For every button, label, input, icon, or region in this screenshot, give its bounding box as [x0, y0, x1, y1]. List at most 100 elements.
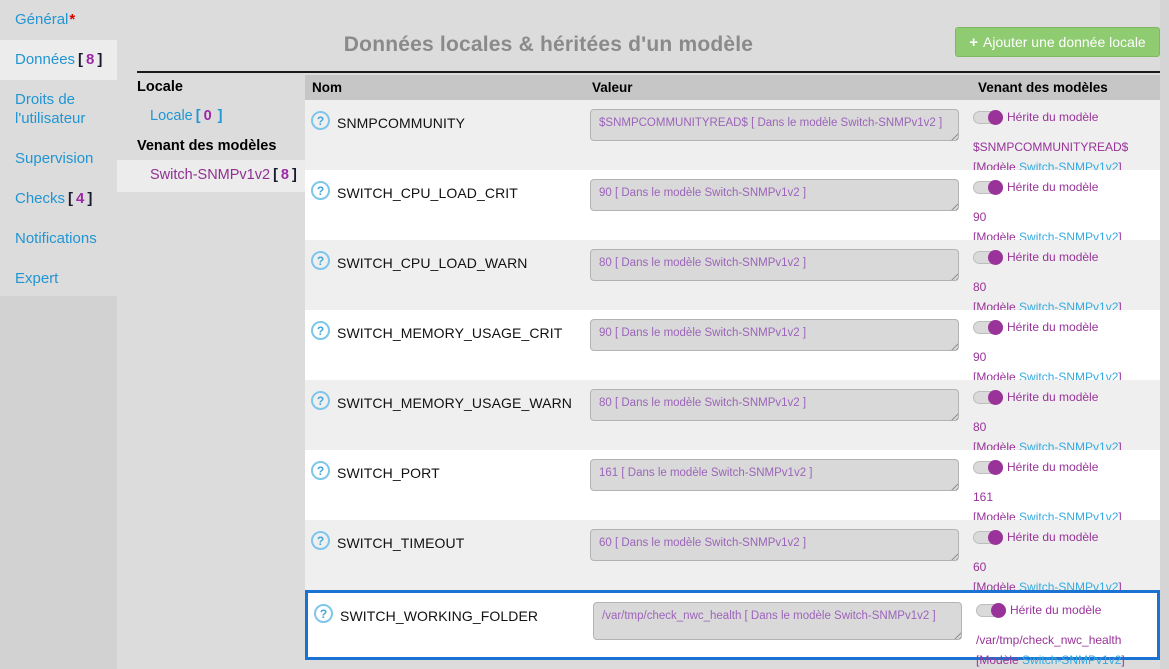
panel-item-locale[interactable]: Locale[0]	[117, 101, 305, 133]
panel-item-model[interactable]: Switch-SNMPv1v2[8]	[117, 160, 305, 192]
toggle-knob	[988, 180, 1003, 195]
value-input[interactable]: 80 [ Dans le modèle Switch-SNMPv1v2 ]	[590, 249, 959, 281]
badge-bracket: ]	[87, 190, 92, 207]
toggle-knob	[988, 390, 1003, 405]
badge-count: 4	[73, 190, 87, 207]
value-input[interactable]: /var/tmp/check_nwc_health [ Dans le modè…	[593, 602, 962, 640]
sidebar-item-droits-de-l-utilisateur[interactable]: Droits de l'utilisateur	[0, 80, 117, 139]
sidebar-item-donn-es[interactable]: Données[8]	[0, 40, 117, 80]
help-icon[interactable]: ?	[311, 111, 330, 130]
inherit-label: Hérite du modèle	[1007, 110, 1098, 124]
help-icon[interactable]: ?	[311, 461, 330, 480]
badge-count: 0	[201, 108, 215, 124]
toggle-knob	[988, 320, 1003, 335]
inherited-value: 80	[973, 280, 986, 294]
help-icon[interactable]: ?	[311, 531, 330, 550]
sidebar-item-label: Supervision	[15, 150, 93, 167]
inherit-toggle[interactable]	[973, 531, 1003, 544]
plus-icon: +	[969, 34, 978, 51]
inherit-toggle[interactable]	[973, 251, 1003, 264]
column-header-nom: Nom	[305, 75, 588, 100]
inherit-toggle[interactable]	[973, 461, 1003, 474]
sidebar-item-supervision[interactable]: Supervision	[0, 139, 117, 179]
inherit-label: Hérite du modèle	[1007, 460, 1098, 474]
value-input[interactable]: 161 [ Dans le modèle Switch-SNMPv1v2 ]	[590, 459, 959, 491]
table-row: ? SWITCH_CPU_LOAD_CRIT 90 [ Dans le modè…	[305, 170, 1160, 240]
table-row: ? SNMPCOMMUNITY $SNMPCOMMUNITYREAD$ [ Da…	[305, 100, 1160, 170]
scrollbar[interactable]	[1160, 0, 1169, 669]
data-name-label: SWITCH_CPU_LOAD_WARN	[337, 255, 528, 271]
badge-bracket: ]	[97, 51, 102, 68]
local-section-header: Locale	[117, 74, 305, 101]
inherit-toggle[interactable]	[973, 391, 1003, 404]
help-icon[interactable]: ?	[311, 181, 330, 200]
sidebar-item-expert[interactable]: Expert	[0, 259, 117, 299]
data-name-label: SWITCH_TIMEOUT	[337, 535, 464, 551]
table-body: ? SNMPCOMMUNITY $SNMPCOMMUNITYREAD$ [ Da…	[305, 100, 1160, 660]
model-prefix: [Modèle	[976, 653, 1022, 667]
inherit-toggle[interactable]	[973, 321, 1003, 334]
inherit-label: Hérite du modèle	[1010, 603, 1101, 617]
add-button-label: Ajouter une donnée locale	[983, 34, 1146, 50]
help-icon[interactable]: ?	[311, 391, 330, 410]
inherit-toggle[interactable]	[973, 111, 1003, 124]
table-row: ? SWITCH_MEMORY_USAGE_WARN 80 [ Dans le …	[305, 380, 1160, 450]
inherited-value: 90	[973, 210, 986, 224]
badge-count: 8	[83, 51, 97, 68]
sidebar-item-checks[interactable]: Checks[4]	[0, 179, 117, 219]
inherit-label: Hérite du modèle	[1007, 180, 1098, 194]
data-table: Nom Valeur Venant des modèles ? SNMPCOMM…	[305, 75, 1160, 660]
model-selector-panel: Locale Locale[0] Venant des modèles Swit…	[117, 74, 305, 192]
badge-bracket: [	[196, 108, 201, 124]
models-section-header: Venant des modèles	[117, 133, 305, 160]
inherit-label: Hérite du modèle	[1007, 250, 1098, 264]
value-input[interactable]: 60 [ Dans le modèle Switch-SNMPv1v2 ]	[590, 529, 959, 561]
inherit-toggle[interactable]	[976, 604, 1006, 617]
add-local-data-button[interactable]: + Ajouter une donnée locale	[955, 27, 1160, 57]
help-icon[interactable]: ?	[311, 251, 330, 270]
sidebar-item-label: Droits de l'utilisateur	[15, 91, 85, 127]
toggle-knob	[988, 530, 1003, 545]
help-icon[interactable]: ?	[311, 321, 330, 340]
inherited-value: /var/tmp/check_nwc_health	[976, 633, 1121, 647]
column-header-venant: Venant des modèles	[973, 75, 1160, 100]
sidebar-item-label: Checks	[15, 190, 65, 207]
inherit-toggle[interactable]	[973, 181, 1003, 194]
value-input[interactable]: $SNMPCOMMUNITYREAD$ [ Dans le modèle Swi…	[590, 109, 959, 141]
data-name-label: SNMPCOMMUNITY	[337, 115, 465, 131]
sidebar-filler	[0, 296, 117, 669]
table-row: ? SWITCH_MEMORY_USAGE_CRIT 90 [ Dans le …	[305, 310, 1160, 380]
inherited-value: $SNMPCOMMUNITYREAD$	[973, 140, 1128, 154]
sidebar-item-badge: [4]	[65, 190, 92, 207]
value-input[interactable]: 90 [ Dans le modèle Switch-SNMPv1v2 ]	[590, 319, 959, 351]
data-name-label: SWITCH_WORKING_FOLDER	[340, 608, 538, 624]
inherit-label: Hérite du modèle	[1007, 530, 1098, 544]
table-header: Nom Valeur Venant des modèles	[305, 75, 1160, 100]
data-name-label: SWITCH_CPU_LOAD_CRIT	[337, 185, 518, 201]
data-name-label: SWITCH_MEMORY_USAGE_WARN	[337, 395, 572, 411]
header-divider	[137, 71, 1160, 73]
data-name-label: SWITCH_PORT	[337, 465, 440, 481]
value-input[interactable]: 90 [ Dans le modèle Switch-SNMPv1v2 ]	[590, 179, 959, 211]
table-row: ? SWITCH_CPU_LOAD_WARN 80 [ Dans le modè…	[305, 240, 1160, 310]
sidebar-item-label: Notifications	[15, 230, 97, 247]
toggle-knob	[988, 110, 1003, 125]
table-row: ? SWITCH_PORT 161 [ Dans le modèle Switc…	[305, 450, 1160, 520]
badge-bracket: ]	[292, 167, 297, 183]
sidebar-item-badge: [8]	[75, 51, 102, 68]
column-header-valeur: Valeur	[588, 75, 973, 100]
required-asterisk: *	[69, 11, 75, 28]
sidebar-item-label: Expert	[15, 270, 58, 287]
table-row: ? SWITCH_TIMEOUT 60 [ Dans le modèle Swi…	[305, 520, 1160, 590]
inherit-label: Hérite du modèle	[1007, 390, 1098, 404]
table-row: ? SWITCH_WORKING_FOLDER /var/tmp/check_n…	[305, 590, 1160, 660]
badge-count: 8	[278, 167, 292, 183]
sidebar-item-g-n-ral[interactable]: Général*	[0, 0, 117, 40]
value-input[interactable]: 80 [ Dans le modèle Switch-SNMPv1v2 ]	[590, 389, 959, 421]
sidebar-item-notifications[interactable]: Notifications	[0, 219, 117, 259]
model-link[interactable]: Switch-SNMPv1v2	[1022, 653, 1121, 667]
model-suffix: ]	[1121, 653, 1124, 667]
help-icon[interactable]: ?	[314, 604, 333, 623]
badge-bracket: ]	[218, 108, 223, 124]
toggle-knob	[991, 603, 1006, 618]
